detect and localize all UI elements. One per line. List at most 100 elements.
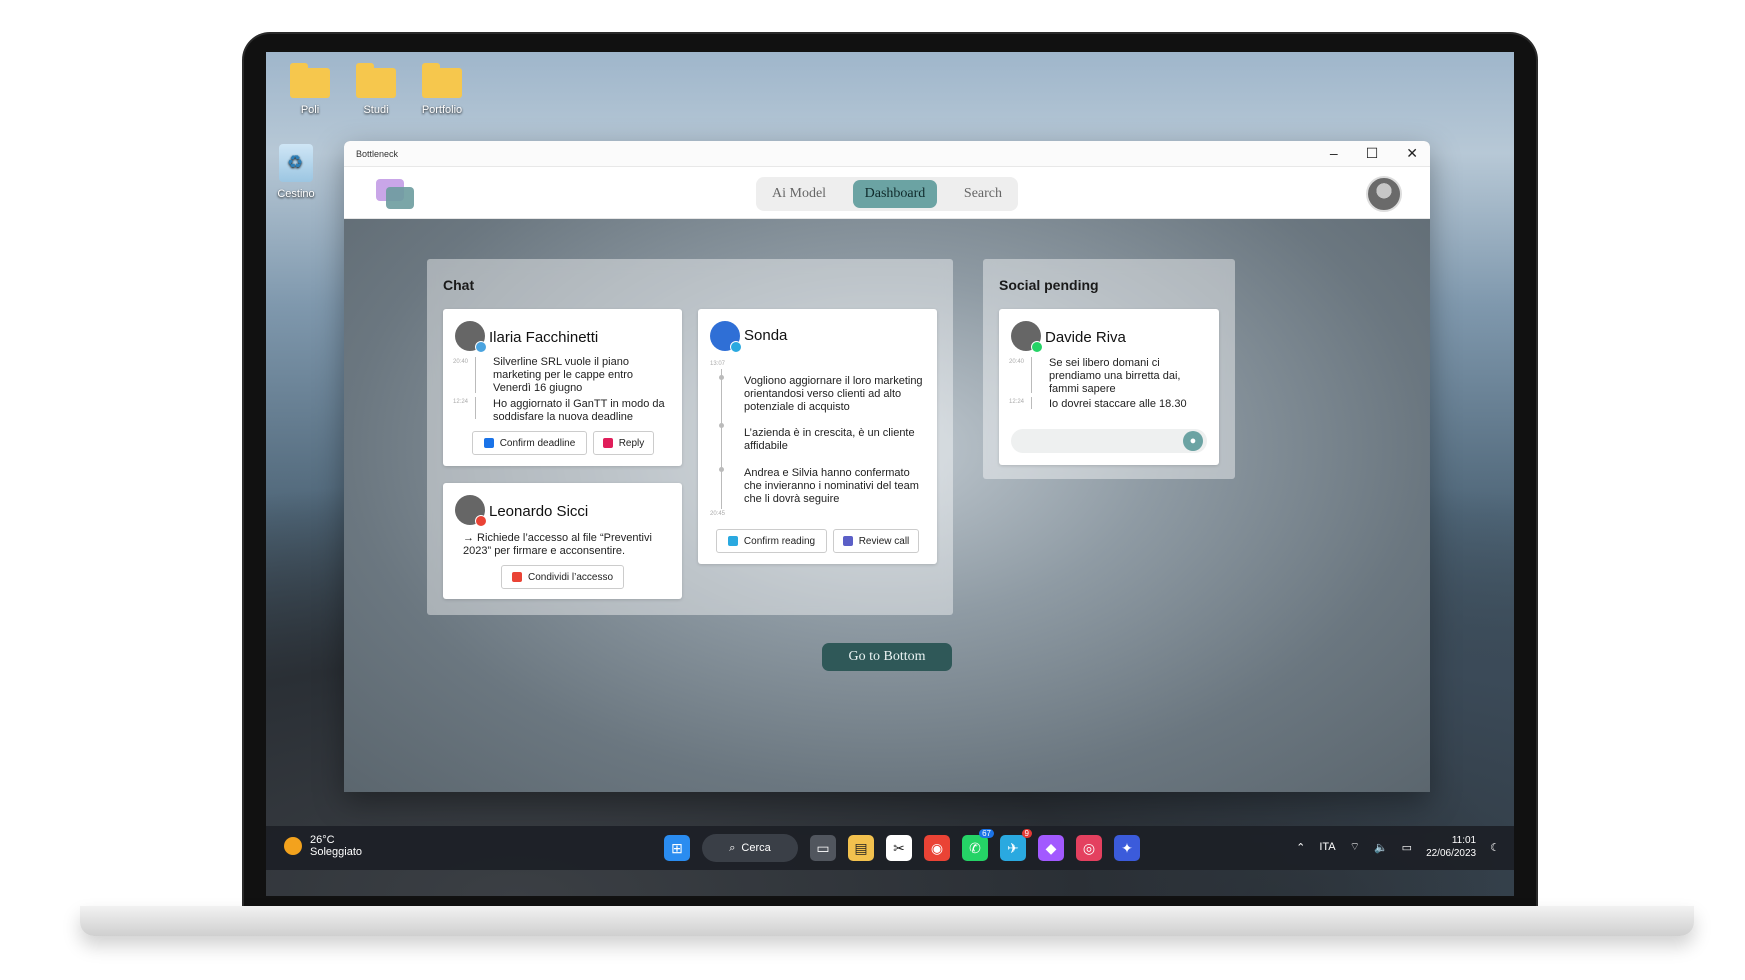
tab-dashboard[interactable]: Dashboard (852, 180, 938, 208)
chat-title: Chat (443, 277, 475, 293)
chat-card-ilaria: Ilaria Facchinetti 20:40 Silverline SRL … (443, 309, 682, 466)
desktop-folder-studi[interactable]: Studi (346, 63, 406, 116)
contact-name: Sonda (744, 327, 788, 344)
taskbar-apps: ⊞ ⌕ Cerca ▭ ▤ ✂ ◉ ✆ 67 ✈ 9 ◆ ◎ ✦ (664, 829, 1140, 862)
chevron-up-icon[interactable]: ⌃ (1296, 841, 1305, 854)
social-panel: Social pending Davide Riva 20:40 Se sei … (983, 259, 1235, 479)
reply-input[interactable]: ● (1011, 429, 1207, 453)
contact-name: Leonardo Sicci (489, 503, 589, 520)
system-tray: ⌃ ITA ⌔ 🔈 ▭ 11:01 22/06/2023 ☾ (1296, 834, 1500, 860)
share-access-button[interactable]: Condividi l’accesso (501, 565, 624, 589)
review-call-button[interactable]: Review call (833, 529, 919, 553)
clock[interactable]: 11:01 22/06/2023 (1426, 834, 1476, 860)
whatsapp-icon[interactable]: ✆ 67 (962, 829, 994, 861)
timeline-dot (719, 375, 724, 380)
confirm-reading-button[interactable]: Confirm reading (716, 529, 827, 553)
chat-card-leonardo: Leonardo Sicci → Richiede l’accesso al f… (443, 483, 682, 599)
battery-icon[interactable]: ▭ (1402, 841, 1412, 854)
social-card-davide: Davide Riva 20:40 Se sei libero domani c… (999, 309, 1219, 465)
confirm-deadline-button[interactable]: Confirm deadline (472, 431, 587, 455)
timeline (475, 397, 476, 419)
tab-search[interactable]: Search (952, 180, 1014, 208)
timestamp: 20:40 (1009, 359, 1025, 365)
timestamp: 13:07 (710, 361, 726, 367)
whatsapp-badge-icon (1031, 341, 1043, 353)
message-text: Io dovrei staccare alle 18.30 (1049, 398, 1187, 410)
folder-icon (422, 63, 462, 98)
message-text: → Richiede l’accesso al file “Preventivi… (463, 532, 652, 557)
desktop-icon-label: Poli (300, 104, 320, 116)
notifications-icon[interactable]: ☾ (1490, 841, 1500, 854)
figma-icon[interactable]: ◆ (1038, 835, 1064, 861)
language-indicator[interactable]: ITA (1319, 841, 1335, 853)
teams-icon (842, 536, 853, 546)
app-header: Ai Model Dashboard Search (344, 167, 1430, 219)
timestamp: 12:24 (453, 399, 469, 405)
tab-bar: Ai Model Dashboard Search (756, 177, 1018, 211)
telegram-badge-icon (730, 341, 742, 353)
task-view-icon[interactable]: ▭ (810, 835, 836, 861)
chrome-icon[interactable]: ◉ (924, 835, 950, 861)
timestamp: 12:24 (1009, 399, 1025, 405)
reply-button[interactable]: Reply (593, 431, 654, 455)
close-button[interactable]: ✕ (1406, 145, 1418, 162)
desktop-folder-poli[interactable]: Poli (280, 63, 340, 116)
laptop-base (80, 906, 1694, 936)
avatar[interactable] (710, 321, 742, 353)
search-label: Cerca (741, 842, 771, 854)
window-title: Bottleneck (356, 148, 399, 159)
timestamp: 20:45 (710, 511, 726, 517)
avatar[interactable] (455, 495, 487, 527)
calendar-icon (483, 438, 494, 448)
gmail-icon (511, 572, 522, 582)
weather-sun-icon (284, 837, 302, 855)
avatar[interactable] (1011, 321, 1043, 353)
button-label: Confirm deadline (499, 437, 576, 449)
minimize-button[interactable]: – (1330, 145, 1338, 162)
telegram-icon (727, 536, 738, 546)
notification-badge: 9 (1021, 829, 1032, 838)
app-badge-icon (475, 341, 487, 353)
message-text: Vogliono aggiornare il loro marketing or… (744, 375, 923, 413)
weather-temp: 26°C (310, 834, 335, 846)
folder-icon (290, 63, 330, 98)
button-label: Condividi l’accesso (527, 571, 614, 583)
app-icon[interactable]: ✦ (1114, 835, 1140, 861)
button-label: Confirm reading (743, 535, 816, 547)
app-logo[interactable] (376, 179, 414, 209)
volume-icon[interactable]: 🔈 (1374, 841, 1388, 854)
taskbar-search[interactable]: ⌕ Cerca (702, 834, 798, 862)
folder-icon (356, 63, 396, 98)
tab-ai-model[interactable]: Ai Model (760, 180, 838, 208)
timeline (1031, 397, 1032, 409)
window-titlebar: Bottleneck – ☐ ✕ (344, 141, 1430, 167)
windows-start-icon[interactable]: ⊞ (664, 835, 690, 861)
timestamp: 20:40 (453, 359, 469, 365)
wifi-icon[interactable]: ⌔ (1350, 840, 1360, 854)
file-explorer-icon[interactable]: ▤ (848, 835, 874, 861)
weather-widget[interactable]: 26°C Soleggiato (284, 834, 362, 858)
snipping-tool-icon[interactable]: ✂ (886, 835, 912, 861)
go-to-bottom-button[interactable]: Go to Bottom (822, 643, 952, 671)
social-title: Social pending (999, 277, 1099, 293)
desktop-icon-label: Portfolio (421, 104, 463, 116)
instagram-icon[interactable]: ◎ (1076, 835, 1102, 861)
gmail-badge-icon (475, 515, 487, 527)
desktop-recycle-bin[interactable]: Cestino (266, 144, 326, 200)
maximize-button[interactable]: ☐ (1366, 145, 1379, 162)
microphone-icon[interactable]: ● (1183, 431, 1203, 451)
weather-desc: Soleggiato (310, 846, 362, 858)
telegram-icon[interactable]: ✈ 9 (1000, 829, 1032, 861)
date: 22/06/2023 (1426, 848, 1477, 859)
avatar[interactable] (455, 321, 487, 353)
dashboard-content: Chat Ilaria Facchinetti 20:40 Silverline… (344, 219, 1430, 792)
message-text: Ho aggiornato il GanTT in modo da soddis… (493, 398, 665, 423)
slack-icon (602, 438, 613, 448)
user-avatar[interactable] (1366, 176, 1402, 212)
desktop-folder-portfolio[interactable]: Portfolio (412, 63, 472, 116)
contact-name: Ilaria Facchinetti (489, 329, 599, 346)
notification-badge: 67 (979, 829, 994, 838)
app-window: Bottleneck – ☐ ✕ Ai Model Dashboard Sear… (344, 141, 1430, 792)
chat-card-sonda: Sonda 13:07 Vogliono aggiornare il loro … (698, 309, 937, 564)
time: 11:01 (1451, 835, 1477, 846)
